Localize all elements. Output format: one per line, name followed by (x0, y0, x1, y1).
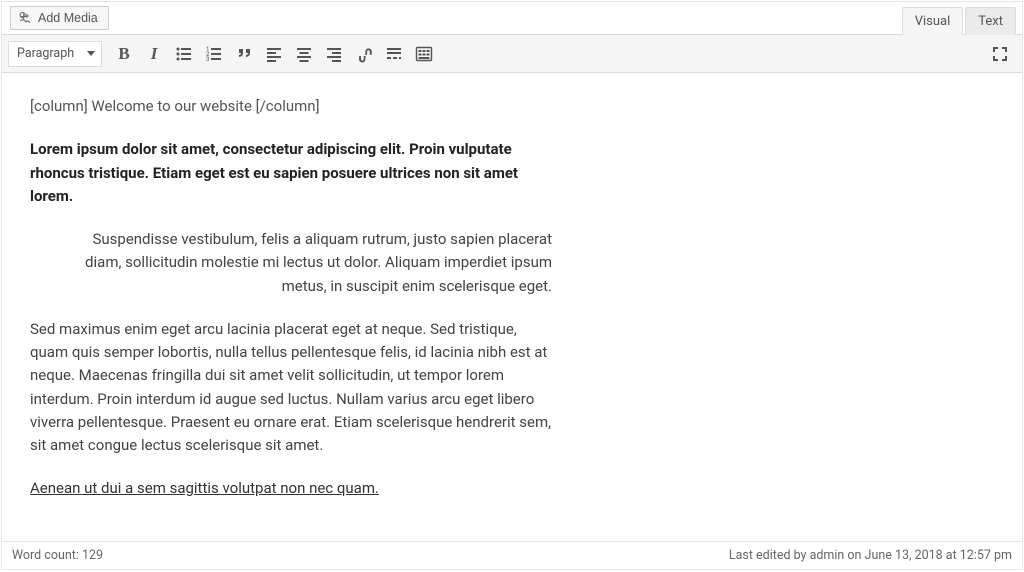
format-select[interactable]: Paragraph (8, 41, 102, 67)
word-count: Word count: 129 (12, 548, 103, 563)
editor-container: Add Media Visual Text Paragraph B I 123 (1, 1, 1023, 570)
editor-tabs: Visual Text (900, 2, 1022, 35)
quote-icon (234, 44, 254, 64)
italic-button[interactable]: I (140, 40, 168, 68)
fullscreen-icon (990, 44, 1010, 64)
fullscreen-button[interactable] (986, 40, 1014, 68)
bullet-list-icon (174, 44, 194, 64)
bold-icon: B (118, 44, 129, 64)
toolbar-toggle-icon (414, 44, 434, 64)
content-bold-paragraph: Lorem ipsum dolor sit amet, consectetur … (30, 138, 552, 208)
read-more-icon (384, 44, 404, 64)
content-blockquote: Suspendisse vestibulum, felis a aliquam … (30, 228, 552, 298)
svg-text:3: 3 (206, 56, 209, 63)
tab-visual[interactable]: Visual (902, 7, 964, 35)
tab-text[interactable]: Text (965, 7, 1016, 35)
format-select-value: Paragraph (17, 46, 74, 61)
media-icon (17, 10, 33, 26)
link-icon (354, 44, 374, 64)
align-right-icon (324, 44, 344, 64)
content-shortcode: [column] Welcome to our website [/column… (30, 95, 552, 118)
editor-content[interactable]: [column] Welcome to our website [/column… (2, 73, 1022, 541)
toolbar-toggle-button[interactable] (410, 40, 438, 68)
top-row: Add Media Visual Text (2, 2, 1022, 35)
blockquote-button[interactable] (230, 40, 258, 68)
link-button[interactable] (350, 40, 378, 68)
content-underline: Aenean ut dui a sem sagittis volutpat no… (30, 479, 379, 497)
status-bar: Word count: 129 Last edited by admin on … (2, 541, 1022, 569)
bold-button[interactable]: B (110, 40, 138, 68)
align-center-button[interactable] (290, 40, 318, 68)
align-left-icon (264, 44, 284, 64)
align-center-icon (294, 44, 314, 64)
last-edited: Last edited by admin on June 13, 2018 at… (729, 548, 1012, 563)
add-media-label: Add Media (38, 11, 98, 25)
numbered-list-icon: 123 (204, 44, 224, 64)
toolbar-left: Paragraph B I 123 (8, 40, 438, 68)
add-media-button[interactable]: Add Media (10, 6, 109, 30)
caret-down-icon (87, 51, 95, 56)
italic-icon: I (151, 44, 158, 64)
read-more-button[interactable] (380, 40, 408, 68)
bullet-list-button[interactable] (170, 40, 198, 68)
align-left-button[interactable] (260, 40, 288, 68)
toolbar: Paragraph B I 123 (2, 35, 1022, 73)
numbered-list-button[interactable]: 123 (200, 40, 228, 68)
align-right-button[interactable] (320, 40, 348, 68)
content-body-paragraph: Sed maximus enim eget arcu lacinia place… (30, 318, 552, 458)
